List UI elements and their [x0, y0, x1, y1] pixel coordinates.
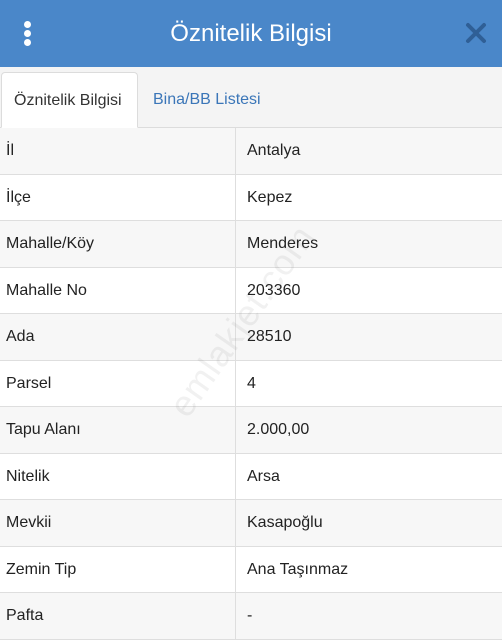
row-label: Nitelik [6, 467, 50, 485]
table-row: Mahalle No 203360 [0, 267, 502, 314]
table-row: İl Antalya [0, 128, 502, 175]
page-title: Öznitelik Bilgisi [170, 20, 332, 47]
row-label: Zemin Tip [6, 560, 77, 578]
row-label: Mevkii [6, 514, 52, 531]
row-label: İl [6, 142, 14, 159]
row-value: 2.000,00 [247, 421, 310, 438]
column-divider [235, 593, 236, 639]
column-divider [235, 453, 236, 499]
table-row: Nitelik Arsa [0, 453, 502, 500]
attribute-table: İl Antalya İlçe Kepez Mahalle/Köy Mender… [0, 128, 502, 640]
column-divider [235, 500, 236, 546]
table-row: Tapu Alanı 2.000,00 [0, 407, 502, 454]
tab-bina-bb-listesi[interactable]: Bina/BB Listesi [141, 72, 273, 127]
column-divider [235, 407, 236, 453]
table-row: Mevkii Kasapoğlu [0, 500, 502, 547]
table-row: Ada 28510 [0, 314, 502, 361]
row-label: Parsel [6, 374, 52, 392]
row-value: Arsa [247, 467, 280, 485]
table-row: İlçe Kepez [0, 174, 502, 221]
column-divider [235, 360, 236, 406]
row-value: 28510 [247, 328, 292, 345]
tab-bar: Öznitelik Bilgisi Bina/BB Listesi [0, 67, 502, 128]
row-label: İlçe [6, 188, 31, 206]
row-value: 4 [247, 374, 256, 392]
row-value: 203360 [247, 281, 301, 299]
table-row: Zemin Tip Ana Taşınmaz [0, 546, 502, 593]
app-header: Öznitelik Bilgisi [0, 0, 502, 67]
row-value: - [247, 607, 253, 624]
close-icon[interactable] [464, 21, 488, 45]
table-row: Pafta - [0, 593, 502, 640]
column-divider [235, 267, 236, 313]
column-divider [235, 221, 236, 267]
table-row: Parsel 4 [0, 360, 502, 407]
row-value: Antalya [247, 142, 301, 159]
row-value: Kasapoğlu [247, 514, 323, 531]
row-label: Mahalle/Köy [6, 235, 95, 252]
row-label: Mahalle No [6, 281, 87, 299]
column-divider [235, 546, 236, 592]
row-label: Pafta [6, 607, 44, 624]
column-divider [235, 174, 236, 220]
row-value: Ana Taşınmaz [247, 560, 349, 578]
row-label: Tapu Alanı [6, 421, 81, 438]
table-row: Mahalle/Köy Menderes [0, 221, 502, 268]
tab-oznitelik-bilgisi[interactable]: Öznitelik Bilgisi [1, 72, 138, 128]
column-divider [235, 128, 236, 174]
row-value: Kepez [247, 188, 293, 206]
column-divider [235, 314, 236, 360]
row-label: Ada [6, 328, 35, 345]
row-value: Menderes [247, 235, 319, 252]
